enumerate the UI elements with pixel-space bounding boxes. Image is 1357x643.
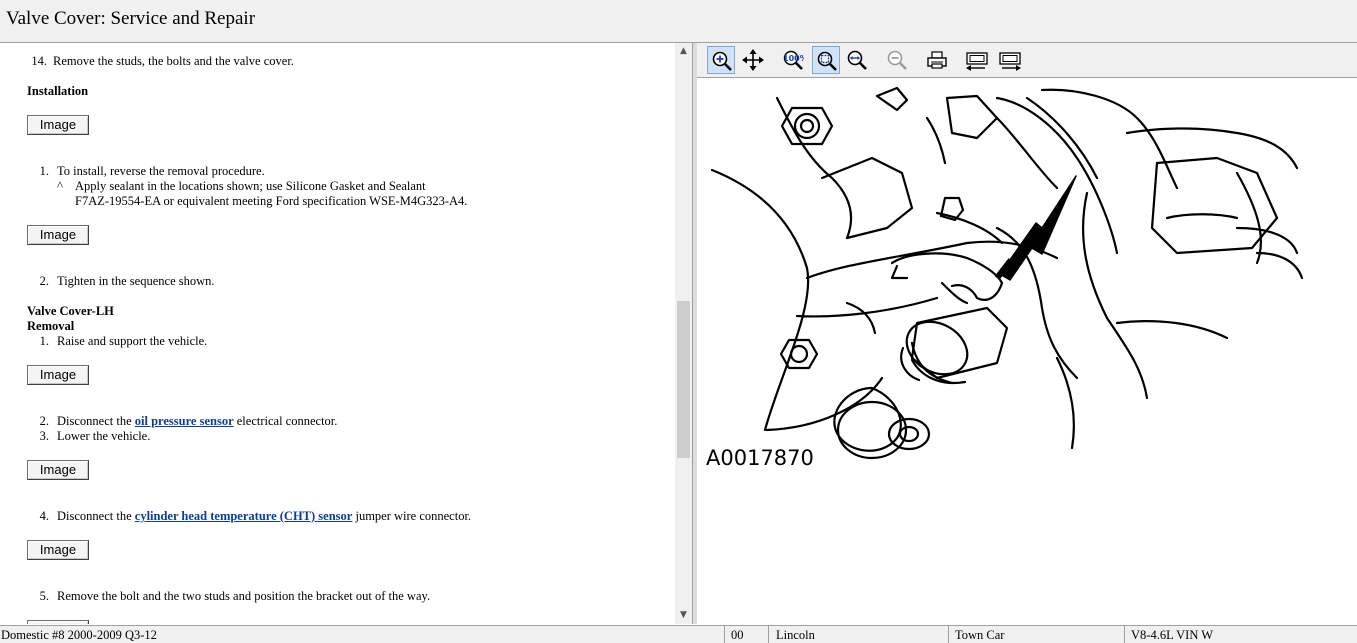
removal-step-1: 1. Raise and support the vehicle. xyxy=(39,334,208,348)
zoom-width-icon xyxy=(847,50,867,70)
status-model: Town Car xyxy=(955,628,1005,642)
status-code: 00 xyxy=(731,628,744,642)
status-source: Domestic #8 2000-2009 Q3-12 xyxy=(1,628,157,642)
image-button-2[interactable]: Image xyxy=(27,225,89,245)
next-image-icon xyxy=(999,52,1021,71)
svg-text:100%: 100% xyxy=(783,54,804,63)
install-step-2: 2. Tighten in the sequence shown. xyxy=(39,274,215,288)
status-bar: Domestic #8 2000-2009 Q3-12 00 Lincoln T… xyxy=(0,625,1357,643)
prev-image-icon xyxy=(966,52,988,71)
print-icon xyxy=(927,51,947,69)
status-separator xyxy=(948,626,949,643)
image-button-6[interactable]: Image xyxy=(27,620,89,624)
print-button[interactable] xyxy=(923,46,951,74)
step-14: 14. Remove the studs, the bolts and the v… xyxy=(31,54,294,68)
status-separator xyxy=(768,626,769,643)
oil-pressure-sensor-link[interactable]: oil pressure sensor xyxy=(135,414,234,428)
title-bar: Valve Cover: Service and Repair xyxy=(0,0,1357,43)
cht-sensor-link[interactable]: cylinder head temperature (CHT) sensor xyxy=(135,509,353,523)
status-make: Lincoln xyxy=(776,628,815,642)
removal-step-2: 2. Disconnect the oil pressure sensor ele… xyxy=(39,414,338,428)
zoom-out-icon xyxy=(887,50,907,70)
image-button-3[interactable]: Image xyxy=(27,365,89,385)
page-title: Valve Cover: Service and Repair xyxy=(6,8,256,29)
removal-heading: Removal xyxy=(27,319,75,333)
pan-icon xyxy=(742,49,764,71)
image-button-1[interactable]: Image xyxy=(27,115,89,135)
install-step-1-note-line2: F7AZ-19554-EA or equivalent meeting Ford… xyxy=(75,194,468,208)
installation-heading: Installation xyxy=(27,84,89,98)
zoom-fit-button[interactable] xyxy=(812,46,840,74)
status-separator xyxy=(1124,626,1125,643)
image-button-4[interactable]: Image xyxy=(27,460,89,480)
zoom-width-button[interactable] xyxy=(843,46,871,74)
status-separator xyxy=(724,626,725,643)
vertical-scrollbar[interactable]: ▲ ▼ xyxy=(675,43,692,624)
previous-image-button[interactable] xyxy=(962,46,990,74)
zoom-in-icon xyxy=(712,51,732,71)
zoom-in-button[interactable] xyxy=(707,46,735,74)
zoom-out-button[interactable] xyxy=(883,46,911,74)
removal-step-3: 3. Lower the vehicle. xyxy=(39,429,151,443)
figure-label: A0017870 xyxy=(706,446,814,470)
install-step-1: 1. To install, reverse the removal proced… xyxy=(39,164,265,178)
image-toolbar: 100% xyxy=(697,43,1357,78)
scroll-up-arrow-icon[interactable]: ▲ xyxy=(675,43,692,60)
image-button-5[interactable]: Image xyxy=(27,540,89,560)
procedure-text-pane[interactable]: 14. Remove the studs, the bolts and the v… xyxy=(0,43,675,624)
zoom-100-button[interactable]: 100% xyxy=(779,46,807,74)
scroll-down-arrow-icon[interactable]: ▼ xyxy=(675,607,692,624)
scroll-thumb[interactable] xyxy=(677,301,690,458)
install-step-1-note: ^ Apply sealant in the locations shown; u… xyxy=(57,179,426,193)
removal-step-4: 4. Disconnect the cylinder head temperatu… xyxy=(39,509,472,523)
oil-pressure-sensor-illustration: A0017870 xyxy=(706,86,1304,470)
status-engine: V8-4.6L VIN W xyxy=(1131,628,1214,642)
image-viewer[interactable]: A0017870 xyxy=(697,78,1357,624)
removal-step-5: 5. Remove the bolt and the two studs and … xyxy=(39,589,431,603)
zoom-fit-icon xyxy=(817,51,837,71)
next-image-button[interactable] xyxy=(995,46,1023,74)
valve-cover-lh-heading: Valve Cover-LH xyxy=(27,304,114,318)
pan-button[interactable] xyxy=(739,46,767,74)
zoom-100-icon: 100% xyxy=(783,50,804,70)
